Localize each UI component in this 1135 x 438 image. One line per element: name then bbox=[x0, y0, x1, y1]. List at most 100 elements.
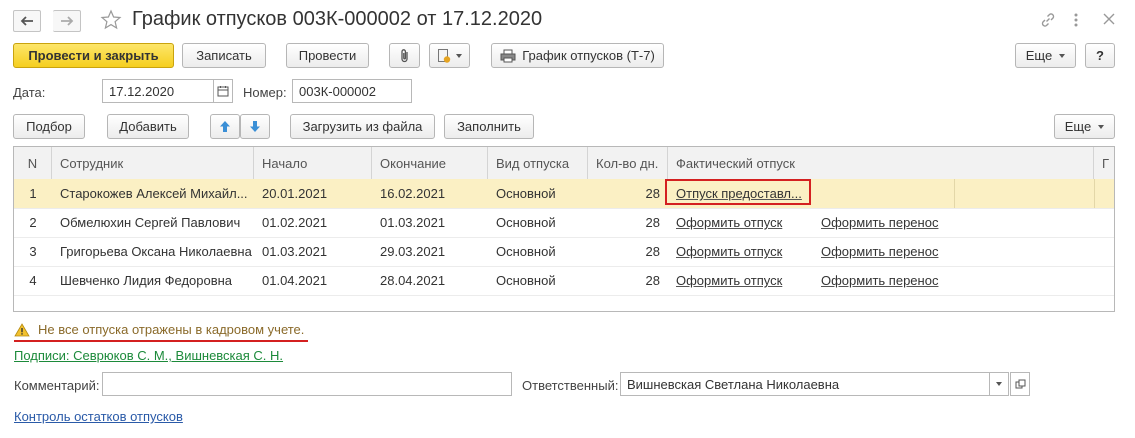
arrow-right-icon bbox=[60, 16, 73, 26]
back-button[interactable] bbox=[13, 10, 41, 32]
column-header-start[interactable]: Начало bbox=[254, 147, 372, 179]
warning-text: Не все отпуска отражены в кадровом учете… bbox=[38, 322, 305, 337]
arrange-transfer-link[interactable]: Оформить перенос bbox=[813, 266, 953, 295]
cell-divider bbox=[1094, 179, 1095, 208]
vacation-balance-link[interactable]: Контроль остатков отпусков bbox=[14, 409, 183, 424]
table-row[interactable]: 4 Шевченко Лидия Федоровна 01.04.2021 28… bbox=[14, 266, 1114, 296]
calendar-icon bbox=[217, 86, 229, 97]
warning-message: Не все отпуска отражены в кадровом учете… bbox=[14, 322, 304, 337]
paperclip-icon bbox=[400, 48, 408, 62]
arrow-down-icon bbox=[250, 121, 260, 132]
favorite-star-icon[interactable] bbox=[100, 9, 122, 31]
arrow-left-icon bbox=[20, 16, 33, 26]
responsible-open-button[interactable] bbox=[1010, 372, 1030, 396]
type-cell: Основной bbox=[496, 244, 556, 259]
number-field[interactable]: 003К-000002 bbox=[292, 79, 412, 103]
move-up-button[interactable] bbox=[210, 114, 240, 139]
fill-button[interactable]: Заполнить bbox=[444, 114, 534, 139]
post-and-close-button[interactable]: Провести и закрыть bbox=[13, 43, 174, 68]
highlight-frame bbox=[665, 179, 811, 205]
load-from-file-button[interactable]: Загрузить из файла bbox=[290, 114, 435, 139]
chevron-down-icon bbox=[1098, 124, 1105, 129]
signatures-link[interactable]: Подписи: Севрюков С. М., Вишневская С. Н… bbox=[14, 348, 283, 363]
select-button[interactable]: Подбор bbox=[13, 114, 85, 139]
print-t7-button[interactable]: График отпусков (Т-7) bbox=[491, 43, 664, 68]
calendar-button[interactable] bbox=[213, 79, 233, 103]
type-cell: Основной bbox=[496, 215, 556, 230]
row-number: 3 bbox=[29, 244, 37, 259]
column-header-days[interactable]: Кол-во дн. bbox=[588, 147, 668, 179]
help-button[interactable]: ? bbox=[1085, 43, 1115, 68]
close-icon[interactable] bbox=[1102, 12, 1116, 26]
printer-icon bbox=[500, 49, 516, 62]
column-header-type[interactable]: Вид отпуска bbox=[488, 147, 588, 179]
column-header-g[interactable]: Г bbox=[1094, 147, 1114, 179]
number-label: Номер: bbox=[243, 85, 287, 100]
move-down-button[interactable] bbox=[240, 114, 270, 139]
warning-underline bbox=[14, 340, 308, 342]
start-cell: 01.02.2021 bbox=[262, 215, 328, 230]
print-t7-label: График отпусков (Т-7) bbox=[522, 48, 655, 63]
employee-cell: Шевченко Лидия Федоровна bbox=[60, 273, 233, 288]
start-cell: 01.04.2021 bbox=[262, 273, 328, 288]
chevron-down-icon bbox=[456, 53, 462, 58]
forward-button[interactable] bbox=[53, 10, 81, 32]
open-form-icon bbox=[1015, 379, 1025, 388]
start-cell: 01.03.2021 bbox=[262, 244, 328, 259]
more-label: Еще bbox=[1025, 48, 1053, 63]
window-title: График отпусков 003К-000002 от 17.12.202… bbox=[132, 8, 543, 30]
arrange-vacation-link[interactable]: Оформить отпуск bbox=[668, 237, 808, 266]
arrange-transfer-link[interactable]: Оформить перенос bbox=[813, 237, 953, 266]
more-button[interactable]: Еще bbox=[1015, 43, 1076, 68]
responsible-field[interactable]: Вишневская Светлана Николаевна bbox=[620, 372, 990, 396]
post-button[interactable]: Провести bbox=[286, 43, 369, 68]
column-header-n[interactable]: N bbox=[14, 147, 52, 179]
cell-divider bbox=[954, 179, 955, 208]
comment-label: Комментарий: bbox=[14, 378, 100, 393]
more-vertical-icon[interactable] bbox=[1072, 12, 1080, 28]
arrow-up-icon bbox=[220, 121, 230, 132]
save-button[interactable]: Записать bbox=[182, 43, 266, 68]
end-cell: 28.04.2021 bbox=[380, 273, 446, 288]
vacation-table[interactable]: N Сотрудник Начало Окончание Вид отпуска… bbox=[13, 146, 1115, 312]
table-row[interactable]: 1 Старокожев Алексей Михайл... 20.01.202… bbox=[14, 179, 1114, 209]
comment-field[interactable] bbox=[102, 372, 512, 396]
table-row[interactable]: 3 Григорьева Оксана Николаевна 01.03.202… bbox=[14, 237, 1114, 267]
attach-button[interactable] bbox=[389, 43, 420, 68]
warning-icon bbox=[14, 322, 30, 336]
table-header: N Сотрудник Начало Окончание Вид отпуска… bbox=[14, 147, 1114, 180]
days-cell: 28 bbox=[645, 273, 660, 288]
employee-cell: Григорьева Оксана Николаевна bbox=[60, 244, 252, 259]
link-icon[interactable] bbox=[1040, 12, 1056, 28]
document-create-icon bbox=[438, 48, 451, 63]
arrange-vacation-link[interactable]: Оформить отпуск bbox=[668, 266, 808, 295]
row-number: 4 bbox=[29, 273, 37, 288]
add-button[interactable]: Добавить bbox=[107, 114, 189, 139]
responsible-dropdown-button[interactable] bbox=[989, 372, 1009, 396]
create-based-on-button[interactable] bbox=[429, 43, 470, 68]
end-cell: 16.02.2021 bbox=[380, 186, 446, 201]
chevron-down-icon bbox=[1059, 53, 1066, 58]
column-header-employee[interactable]: Сотрудник bbox=[52, 147, 254, 179]
table-more-button[interactable]: Еще bbox=[1054, 114, 1115, 139]
chevron-down-icon bbox=[996, 382, 1002, 386]
date-field[interactable]: 17.12.2020 bbox=[102, 79, 214, 103]
start-cell: 20.01.2021 bbox=[262, 186, 328, 201]
table-row[interactable]: 2 Обмелюхин Сергей Павлович 01.02.2021 0… bbox=[14, 208, 1114, 238]
column-header-actual[interactable]: Фактический отпуск bbox=[668, 147, 1094, 179]
table-more-label: Еще bbox=[1064, 119, 1092, 134]
employee-cell: Старокожев Алексей Михайл... bbox=[60, 186, 248, 201]
days-cell: 28 bbox=[645, 186, 660, 201]
date-label: Дата: bbox=[13, 85, 46, 100]
days-cell: 28 bbox=[645, 215, 660, 230]
arrange-vacation-link[interactable]: Оформить отпуск bbox=[668, 208, 808, 237]
arrange-transfer-link[interactable]: Оформить перенос bbox=[813, 208, 953, 237]
employee-cell: Обмелюхин Сергей Павлович bbox=[60, 215, 241, 230]
end-cell: 01.03.2021 bbox=[380, 215, 446, 230]
row-number: 2 bbox=[29, 215, 37, 230]
days-cell: 28 bbox=[645, 244, 660, 259]
row-number: 1 bbox=[29, 186, 37, 201]
column-header-end[interactable]: Окончание bbox=[372, 147, 488, 179]
type-cell: Основной bbox=[496, 186, 556, 201]
type-cell: Основной bbox=[496, 273, 556, 288]
